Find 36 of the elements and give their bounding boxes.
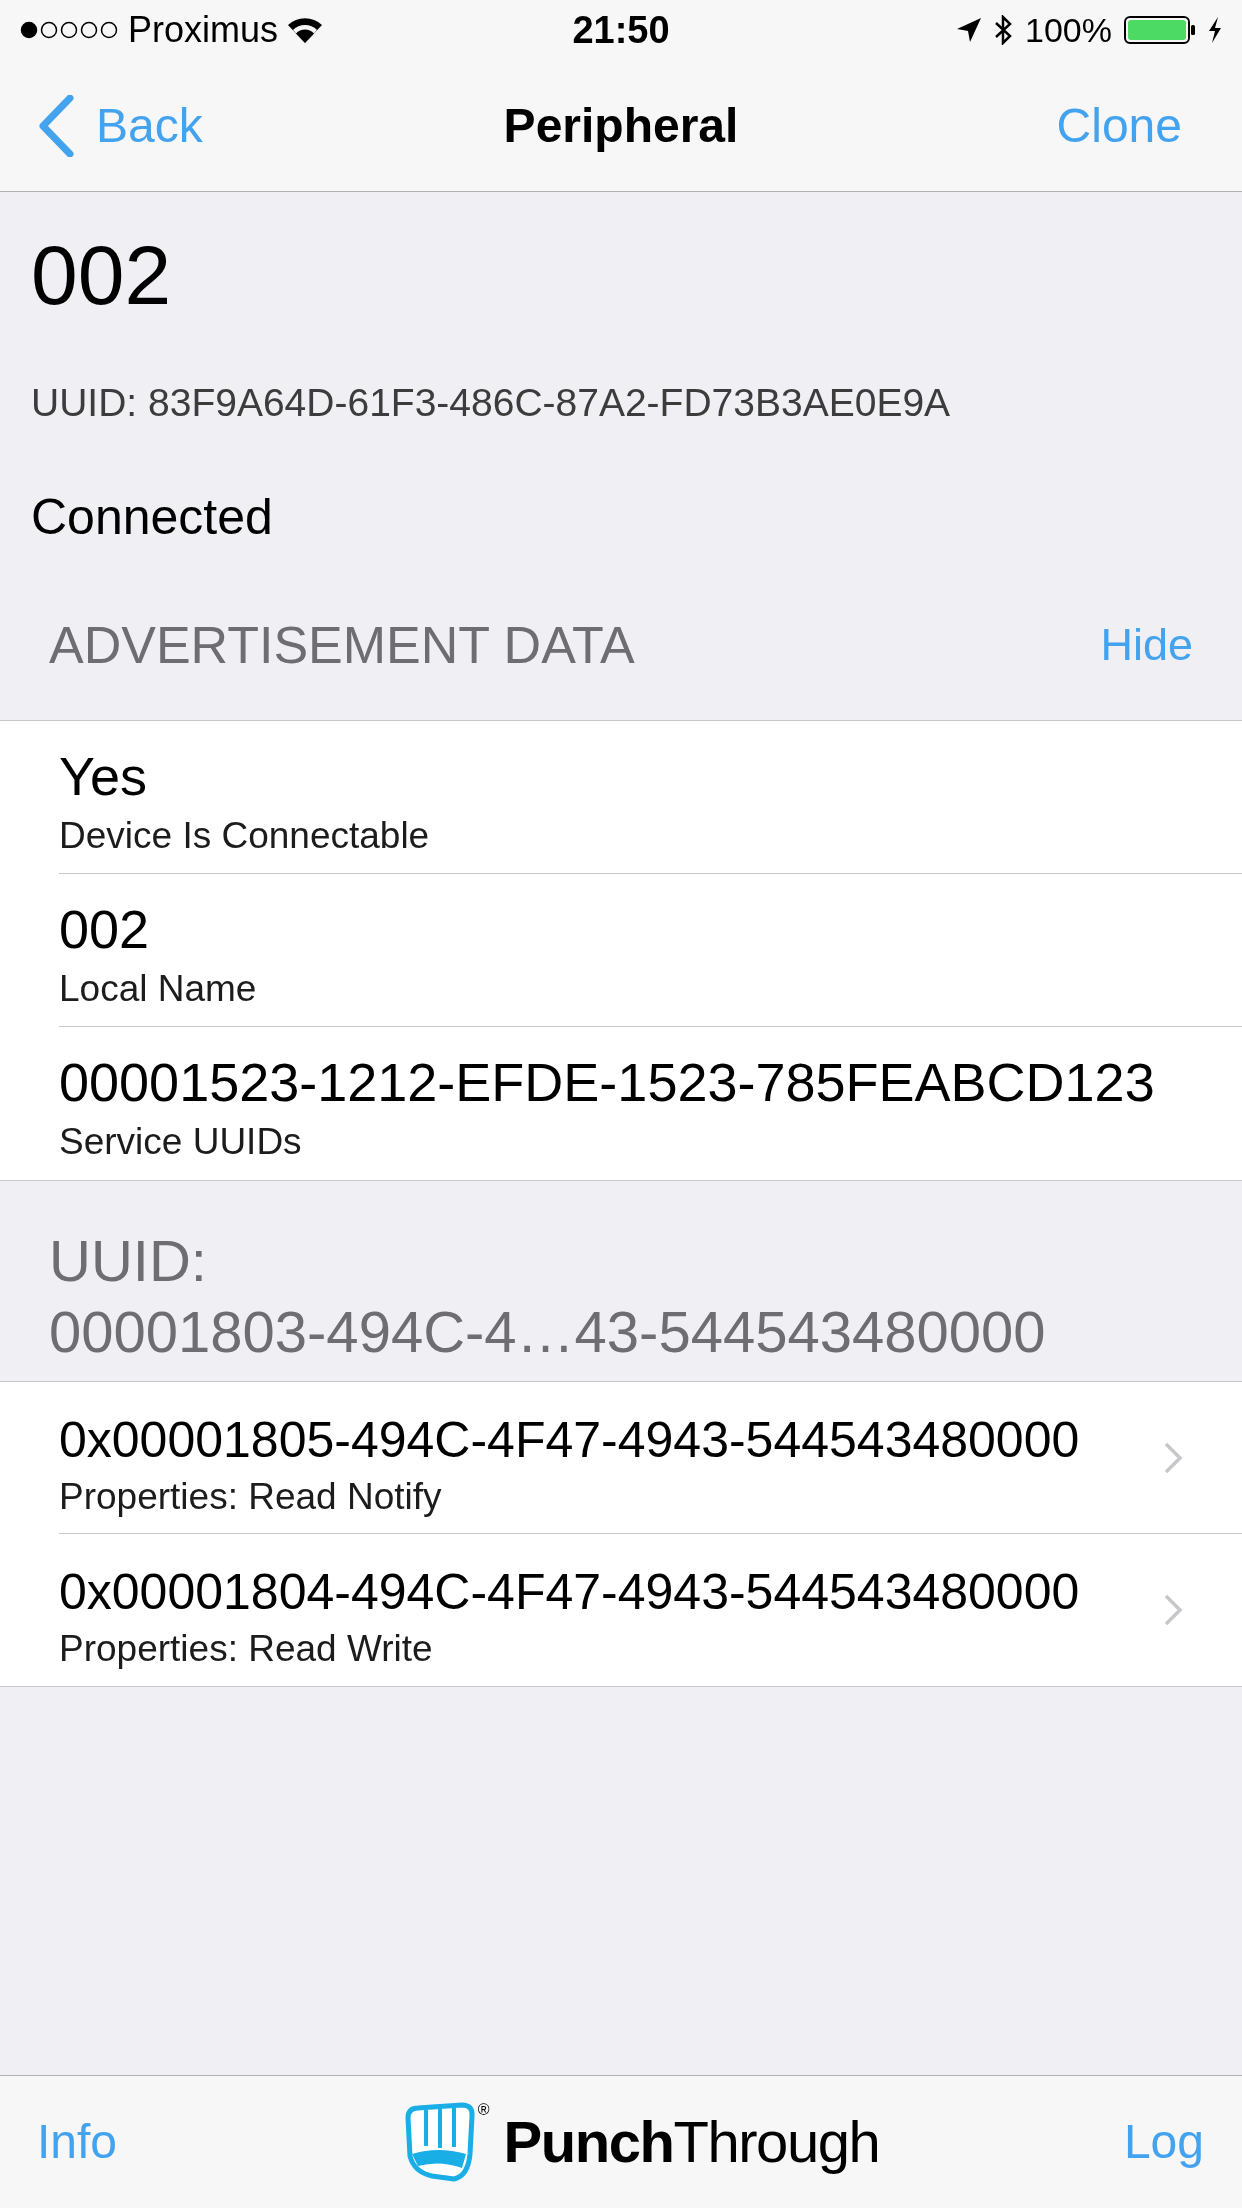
characteristic-uuid: 0x00001804-494C-4F47-4943-544543480000 xyxy=(59,1567,1081,1617)
hide-button[interactable]: Hide xyxy=(1100,620,1193,670)
peripheral-name: 002 xyxy=(30,233,173,317)
nav-title: Peripheral xyxy=(503,97,739,154)
advertisement-value: Yes xyxy=(59,749,149,803)
advertisement-label: Device Is Connectable xyxy=(59,817,431,855)
back-button[interactable]: Back xyxy=(0,60,213,191)
advertisement-label: Service UUIDs xyxy=(59,1123,303,1161)
info-button[interactable]: Info xyxy=(0,2076,128,2208)
characteristic-properties: Properties: Read Notify xyxy=(59,1478,443,1516)
battery-percentage: 100% xyxy=(1025,13,1112,47)
characteristic-row[interactable]: 0x00001804-494C-4F47-4943-544543480000 Properties: Read Write xyxy=(59,1534,1242,1686)
advertisement-value: 002 xyxy=(59,902,151,956)
characteristic-row[interactable]: 0x00001805-494C-4F47-4943-544543480000 Properties: Read Notify xyxy=(59,1382,1242,1534)
service-uuid-header: UUID: 00001803-494C-4…43-544543480000 xyxy=(49,1227,1047,1366)
characteristic-uuid: 0x00001805-494C-4F47-4943-544543480000 xyxy=(59,1415,1081,1465)
location-arrow-icon xyxy=(957,18,981,42)
peripheral-uuid: UUID: 83F9A64D-61F3-486C-87A2-FD73B3AE0E9A xyxy=(30,383,952,423)
bluetooth-icon xyxy=(993,15,1013,45)
connection-status: Connected xyxy=(30,492,274,542)
charging-bolt-icon xyxy=(1208,17,1222,43)
log-button[interactable]: Log xyxy=(1113,2076,1242,2208)
chevron-right-icon xyxy=(1164,1594,1182,1626)
signal-strength-icon xyxy=(20,21,118,39)
battery-icon xyxy=(1124,16,1196,44)
advertisement-label: Local Name xyxy=(59,970,258,1008)
advertisement-value: 00001523-1212-EFDE-1523-785FEABCD123 xyxy=(59,1055,1156,1109)
section-header: ADVERTISEMENT DATA xyxy=(49,620,635,670)
clone-button[interactable]: Clone xyxy=(1046,60,1242,191)
chevron-right-icon xyxy=(1164,1441,1182,1474)
registered-mark: ® xyxy=(477,2102,490,2118)
carrier-name: Proximus xyxy=(128,12,279,48)
back-chevron-icon xyxy=(38,94,74,157)
clock-time: 21:50 xyxy=(572,11,670,49)
characteristic-properties: Properties: Read Write xyxy=(59,1630,434,1668)
wifi-icon xyxy=(288,17,323,43)
